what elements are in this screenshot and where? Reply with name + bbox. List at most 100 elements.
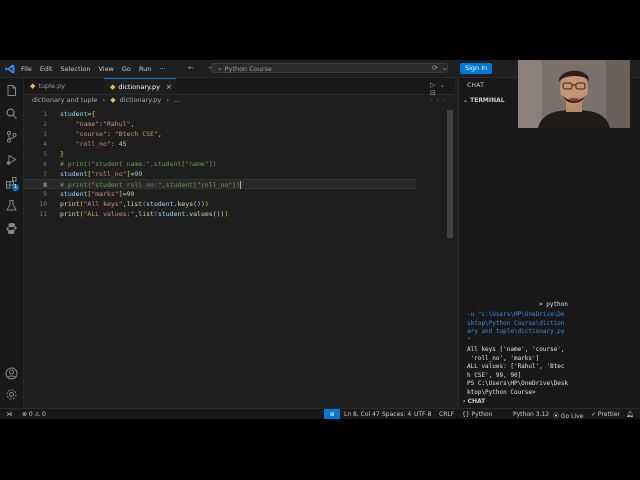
webcam-person-image bbox=[518, 60, 630, 128]
line-number: 7 bbox=[43, 170, 47, 178]
breadcrumb-more[interactable]: ... bbox=[174, 96, 180, 104]
line-number: 2 bbox=[43, 120, 47, 128]
chat-footer-label: CHAT bbox=[467, 398, 486, 405]
terminal-line: sktop\Python Course\diction bbox=[467, 319, 565, 327]
code-text[interactable]: # print("student name:",student["name"]) bbox=[60, 159, 217, 169]
code-line[interactable]: 11 print("ALL values:",list(student.valu… bbox=[24, 209, 449, 219]
encoding[interactable]: UTF-8 bbox=[414, 411, 432, 418]
breadcrumb-folder[interactable]: dictionary and tuple bbox=[32, 96, 97, 104]
code-editor[interactable]: 1 student={ 2 "name":"Rahul", 3 "course"… bbox=[24, 109, 449, 408]
terminal-line: 'roll_no', 'marks'] bbox=[467, 354, 540, 362]
terminal-line: ktop\Python Course> bbox=[467, 388, 540, 396]
line-number: 5 bbox=[43, 150, 47, 158]
code-line[interactable]: 6 # print("student name:",student["name"… bbox=[24, 159, 449, 169]
editor-scrollbar[interactable] bbox=[447, 110, 453, 408]
line-number: 9 bbox=[43, 190, 47, 198]
vscode-logo-icon bbox=[5, 64, 15, 73]
chevron-right-icon: › bbox=[166, 96, 169, 104]
command-center-label: Python Course bbox=[224, 65, 272, 73]
activity-bar: 1 bbox=[0, 78, 24, 408]
code-text[interactable]: student["marks"]=90 bbox=[60, 189, 134, 199]
webcam-overlay bbox=[518, 60, 630, 128]
sign-in-button[interactable]: Sign In bbox=[460, 63, 493, 74]
remote-icon[interactable]: ⋊ bbox=[0, 409, 18, 419]
code-line[interactable]: 2 "name":"Rahul", bbox=[24, 119, 449, 129]
account-icon[interactable] bbox=[5, 367, 18, 380]
code-line-current[interactable]: 8 # print("student roll no:",student["ro… bbox=[24, 179, 416, 189]
terminal-line: h CSE', 99, 90] bbox=[467, 371, 522, 379]
indentation[interactable]: Spaces: 4 bbox=[382, 411, 411, 418]
terminal-line: " bbox=[467, 336, 471, 344]
tab-label: tuple.py bbox=[38, 82, 66, 90]
code-text[interactable]: student={ bbox=[60, 109, 95, 119]
code-line[interactable]: 1 student={ bbox=[24, 109, 449, 119]
tab-tuple[interactable]: ◆ tuple.py bbox=[24, 78, 90, 94]
code-line[interactable]: 9 student["marks"]=90 bbox=[24, 189, 449, 199]
code-line[interactable]: 5 } bbox=[24, 149, 449, 159]
terminal-line: All keys ['name', 'course', bbox=[467, 346, 565, 353]
terminal-line: PS C:\Users\HP\OneDrive\Desk bbox=[467, 380, 569, 387]
run-debug-icon[interactable] bbox=[5, 153, 18, 166]
chevron-right-icon: › bbox=[102, 96, 106, 104]
terminal-header-label: TERMINAL bbox=[470, 97, 505, 104]
code-text[interactable]: print("ALL values:",list(student.values(… bbox=[60, 209, 228, 219]
menu-more-icon[interactable]: ··· bbox=[159, 65, 165, 73]
code-line[interactable]: 7 student["roll_no"]=99 bbox=[24, 169, 449, 179]
menu-view[interactable]: View bbox=[98, 65, 113, 73]
line-number: 1 bbox=[43, 110, 47, 118]
code-text[interactable]: "roll_no": 45 bbox=[60, 139, 127, 149]
run-play-icon[interactable]: ▷⌄ ⊟ ··· bbox=[430, 81, 454, 105]
panel-header[interactable]: CHAT bbox=[467, 82, 484, 89]
line-number: 11 bbox=[39, 210, 47, 218]
search-icon[interactable] bbox=[5, 107, 18, 120]
menu-go[interactable]: Go bbox=[122, 65, 131, 73]
code-line[interactable]: 10 print("All keys",list(student.keys())… bbox=[24, 199, 449, 209]
menu-run[interactable]: Run bbox=[139, 65, 151, 73]
python-icon[interactable] bbox=[5, 222, 18, 235]
editor-tabs: ◆ tuple.py ◆ dictionary.py × ▷⌄ ⊟ ··· bbox=[24, 78, 454, 105]
code-line[interactable]: 4 "roll_no": 45 bbox=[24, 139, 449, 149]
notifications-bell-icon[interactable]: 🔔︎ bbox=[626, 411, 634, 418]
code-text[interactable]: print("All keys",list(student.keys())) bbox=[60, 199, 209, 209]
zoom-search-icon[interactable]: ⊕ bbox=[324, 409, 340, 419]
breadcrumb: dictionary and tuple › ◆ dictionary.py ›… bbox=[32, 96, 180, 104]
source-control-icon[interactable] bbox=[5, 130, 18, 143]
breadcrumb-file[interactable]: dictionary.py bbox=[120, 96, 162, 104]
code-text[interactable]: } bbox=[60, 149, 64, 159]
extensions-badge: 1 bbox=[12, 184, 19, 191]
testing-icon[interactable] bbox=[5, 199, 18, 212]
line-number: 4 bbox=[43, 140, 47, 148]
tab-dictionary[interactable]: ◆ dictionary.py × bbox=[104, 78, 176, 94]
end-of-line[interactable]: CRLF bbox=[439, 411, 454, 418]
settings-gear-icon[interactable] bbox=[5, 388, 18, 401]
problems-count[interactable]: ⊗ 0 ⚠ 0 bbox=[22, 411, 46, 418]
menu-file[interactable]: File bbox=[21, 65, 32, 73]
terminal-section-header[interactable]: ⌄ TERMINAL bbox=[463, 97, 505, 104]
terminal-line: ary and tuple\dictionary.py bbox=[467, 328, 565, 335]
explorer-icon[interactable] bbox=[5, 84, 18, 97]
python-interpreter[interactable]: Python 3.12 bbox=[513, 411, 549, 418]
python-file-icon: ◆ bbox=[110, 96, 116, 104]
language-mode[interactable]: {} Python bbox=[462, 411, 492, 418]
code-line[interactable]: 3 "course": "Btech CSE", bbox=[24, 129, 449, 139]
terminal-prompt-label: > python bbox=[539, 301, 568, 308]
go-live-button[interactable]: ⦿ Go Live bbox=[553, 411, 583, 419]
tab-label: dictionary.py bbox=[118, 82, 160, 91]
cursor-position[interactable]: Ln 8, Col 47 bbox=[344, 411, 380, 418]
prettier-status[interactable]: ✓ Prettier bbox=[591, 411, 620, 418]
line-number: 3 bbox=[43, 130, 47, 138]
search-icon: ⌕ bbox=[218, 65, 222, 73]
menu-selection[interactable]: Selection bbox=[60, 65, 90, 73]
chat-section-header[interactable]: › CHAT bbox=[463, 398, 485, 405]
terminal-line: ALL values: ['Rahul', 'Btec bbox=[467, 363, 565, 370]
code-text[interactable]: "name":"Rahul", bbox=[60, 119, 135, 129]
code-text[interactable]: student["roll_no"]=99 bbox=[60, 169, 142, 179]
copilot-icon[interactable]: ⟳⌄ bbox=[432, 64, 452, 72]
python-file-icon: ◆ bbox=[110, 82, 116, 91]
line-number: 6 bbox=[43, 160, 47, 168]
command-center[interactable]: ⌕ Python Course bbox=[211, 63, 448, 73]
scrollbar-thumb[interactable] bbox=[447, 110, 453, 238]
menu-edit[interactable]: Edit bbox=[40, 65, 53, 73]
code-text[interactable]: "course": "Btech CSE", bbox=[60, 129, 162, 139]
close-icon[interactable]: × bbox=[166, 83, 172, 91]
